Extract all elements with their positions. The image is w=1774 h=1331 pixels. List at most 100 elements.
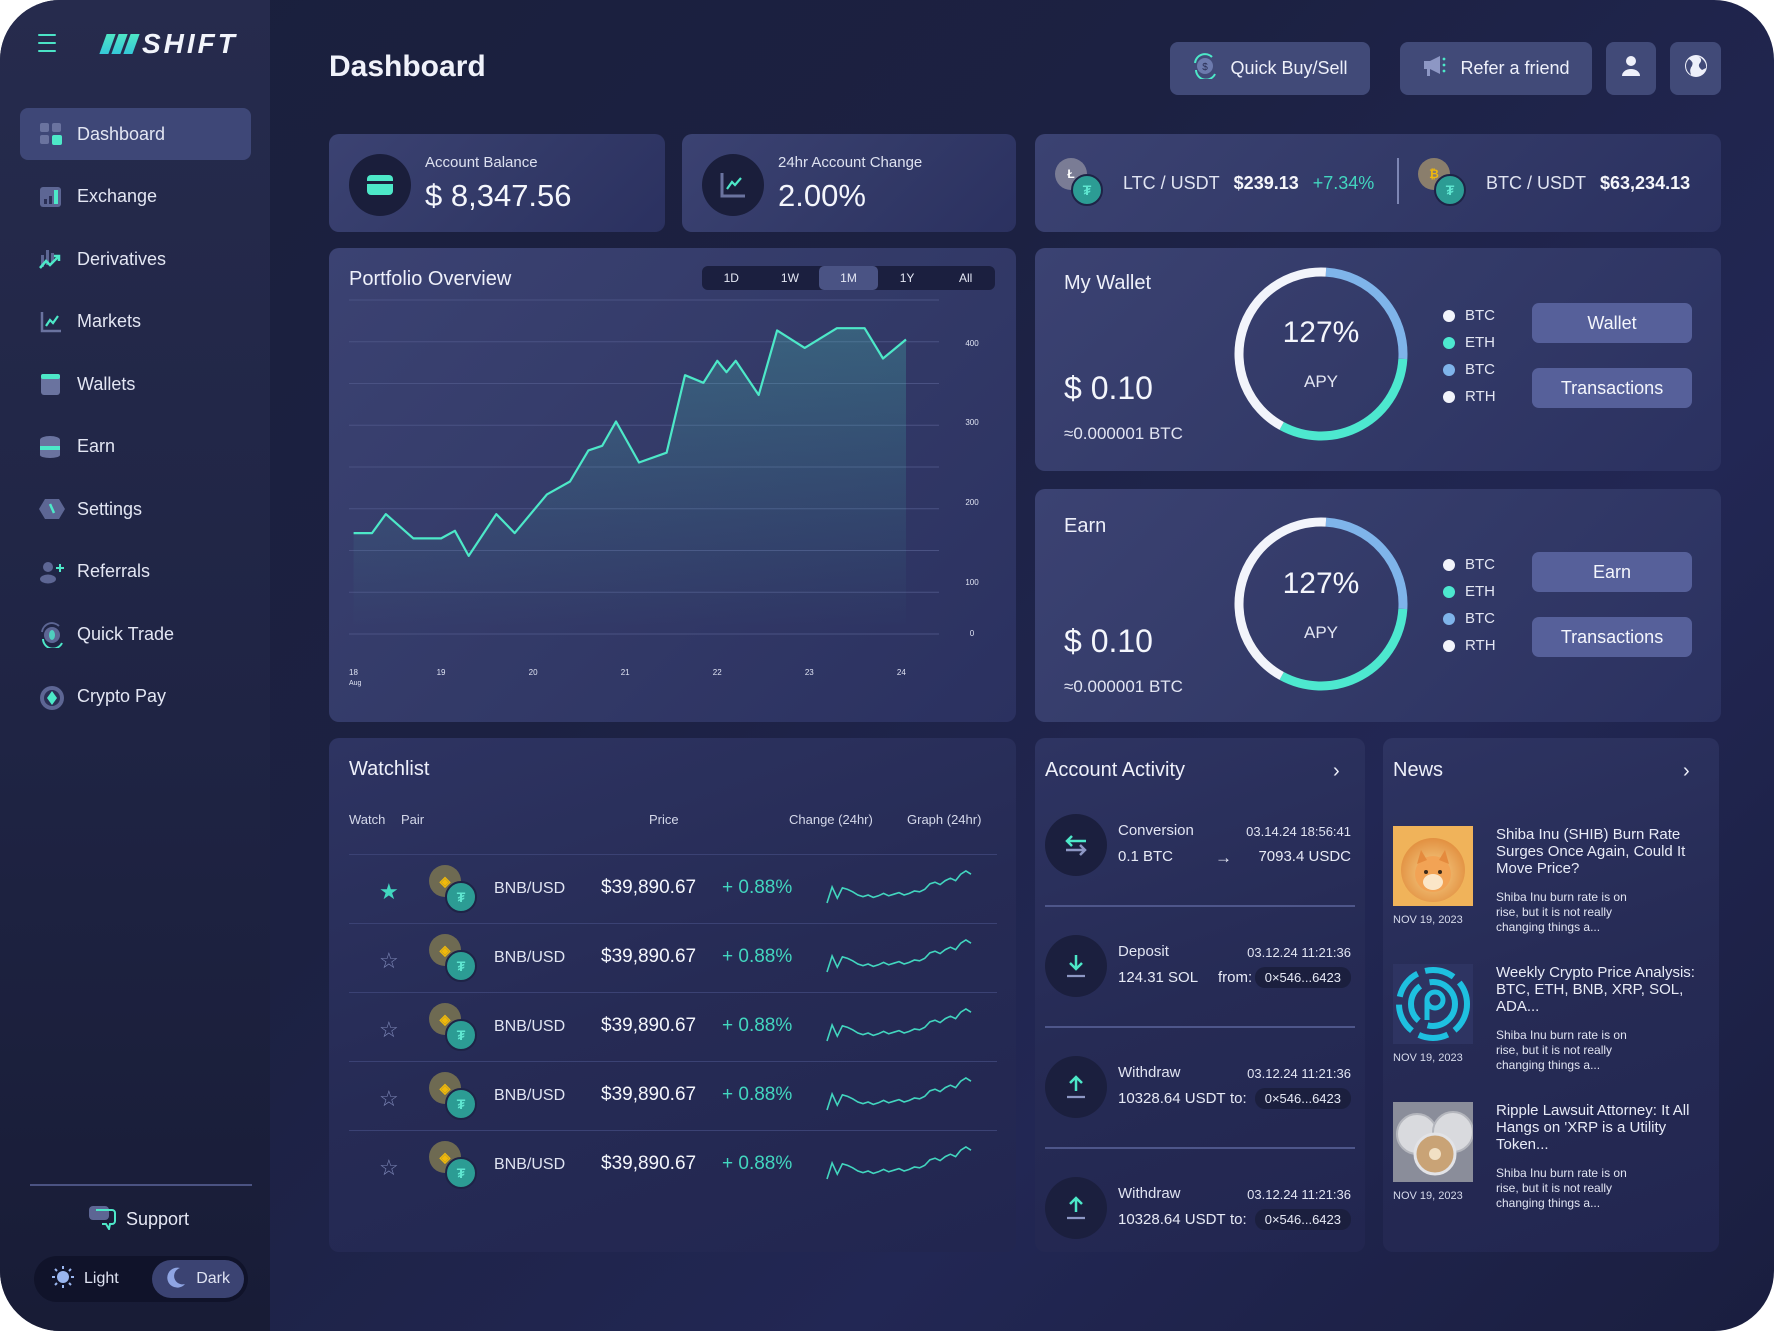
watchlist-row[interactable]: ☆ ◈ ₮ BNB/USD $39,890.67 + 0.88% [349,923,997,992]
sidebar-item-markets[interactable]: Markets [20,296,251,348]
legend-label: RTH [1465,637,1496,654]
activity-type: Withdraw [1118,1064,1181,1081]
language-button[interactable] [1670,42,1721,95]
watchlist-row[interactable]: ★ ◈ ₮ BNB/USD $39,890.67 + 0.88% [349,854,997,923]
quick-buy-sell-button[interactable]: $ Quick Buy/Sell [1170,42,1370,95]
star-outline-icon[interactable]: ☆ [379,948,399,974]
star-outline-icon[interactable]: ☆ [379,1086,399,1112]
activity-item[interactable]: Conversion 03.14.24 18:56:41 0.1 BTC → 7… [1045,814,1355,935]
watchlist-row[interactable]: ☆ ◈ ₮ BNB/USD $39,890.67 + 0.88% [349,1130,997,1199]
sidebar-item-dashboard[interactable]: Dashboard [20,108,251,160]
usdt-coin-icon: ₮ [445,1157,477,1189]
sidebar-nav: Dashboard Exchange Derivatives Markets W… [20,108,251,733]
wallet-transactions-button[interactable]: Transactions [1532,368,1692,408]
theme-light-option[interactable]: Light [38,1260,133,1298]
megaphone-icon [1422,54,1448,83]
theme-dark-option[interactable]: Dark [152,1260,244,1298]
sparkline [826,1008,972,1042]
y-tick-label: 100 [965,578,979,587]
watchlist-row[interactable]: ☆ ◈ ₮ BNB/USD $39,890.67 + 0.88% [349,992,997,1061]
coin-pair-icon: ◈ ₮ [429,1141,483,1191]
ticker-divider [1397,158,1399,204]
crypto-logo-image[interactable] [1393,964,1473,1044]
address-pill[interactable]: 0×546...6423 [1254,1088,1351,1109]
pair-change: + 0.88% [722,946,793,967]
news-summary: Shiba Inu burn rate is on rise, but it i… [1496,1028,1627,1072]
sidebar-item-earn[interactable]: Earn [20,421,251,473]
wallet-apy-label: APY [1303,372,1339,391]
shiba-inu-image[interactable] [1393,826,1473,906]
address-pill[interactable]: 0×546...6423 [1254,967,1351,988]
sparkline-line [826,1077,972,1111]
refer-friend-button[interactable]: Refer a friend [1400,42,1592,95]
sidebar-item-wallets[interactable]: Wallets [20,358,251,410]
chevron-right-icon[interactable]: › [1333,760,1340,783]
star-filled-icon[interactable]: ★ [379,879,399,905]
wallet-legend: BTC ETH BTC RTH [1443,302,1496,410]
arrow-right-icon: → [1215,848,1232,867]
sidebar-item-referrals[interactable]: Referrals [20,546,251,598]
column-header-change: Change (24hr) [789,812,873,827]
ripple-coins-image[interactable] [1393,1102,1474,1182]
profile-button[interactable] [1606,42,1656,95]
news-headline[interactable]: Weekly Crypto Price Analysis: BTC, ETH, … [1496,964,1696,1015]
news-headline[interactable]: Shiba Inu (SHIB) Burn Rate Surges Once A… [1496,826,1696,877]
star-outline-icon[interactable]: ☆ [379,1155,399,1181]
earn-amount: $ 0.10 [1064,623,1153,659]
pair-change: + 0.88% [722,1084,793,1105]
sidebar-divider [30,1184,252,1186]
x-tick-label: 22 [713,668,722,677]
logo[interactable]: SHIFT [99,28,238,60]
theme-light-label: Light [84,1270,119,1287]
settings-icon [39,497,65,521]
news-summary: Shiba Inu burn rate is on rise, but it i… [1496,1166,1627,1210]
sidebar-item-label: Wallets [77,373,136,394]
news-card: News › NOV 19, 2023 Shiba Inu (SHIB) Bur… [1383,738,1719,1252]
news-item[interactable]: NOV 19, 2023 Ripple Lawsuit Attorney: It… [1393,1102,1713,1232]
news-item[interactable]: NOV 19, 2023 Weekly Crypto Price Analysi… [1393,964,1713,1094]
sidebar-item-exchange[interactable]: Exchange [20,171,251,223]
sidebar-item-quick-trade[interactable]: Quick Trade [20,608,251,660]
activity-item[interactable]: Withdraw 03.12.24 11:21:36 10328.64 USDT… [1045,1056,1355,1177]
wallets-icon [39,372,63,396]
wallet-btc-amount: ≈0.000001 BTC [1064,424,1183,443]
pair-price: $39,890.67 [601,1153,697,1174]
wallet-button[interactable]: Wallet [1532,303,1692,343]
activity-item[interactable]: Deposit 03.12.24 11:21:36 124.31 SOL fro… [1045,935,1355,1056]
news-item[interactable]: NOV 19, 2023 Shiba Inu (SHIB) Burn Rate … [1393,826,1713,956]
watchlist-card: Watchlist Watch Pair Price Change (24hr)… [329,738,1016,1252]
ticker-btc-usdt[interactable]: ₿ ₮ BTC / USDT $63,234.13 [1418,158,1690,208]
address-pill[interactable]: 0×546...6423 [1254,1209,1351,1230]
legend-item: RTH [1443,632,1496,659]
earn-legend: BTC ETH BTC RTH [1443,551,1496,659]
activity-time: 03.12.24 11:21:36 [1247,945,1351,960]
sidebar-item-derivatives[interactable]: Derivatives [20,233,251,285]
sidebar-item-label: Exchange [77,186,158,206]
earn-transactions-button[interactable]: Transactions [1532,617,1692,657]
earn-button[interactable]: Earn [1532,552,1692,592]
watchlist-row[interactable]: ☆ ◈ ₮ BNB/USD $39,890.67 + 0.88% [349,1061,997,1130]
page-title: Dashboard [329,50,486,83]
activity-direction-label: from: [1218,969,1253,986]
sidebar-item-crypto-pay[interactable]: Crypto Pay [20,671,251,723]
activity-item[interactable]: Withdraw 03.12.24 11:21:36 10328.64 USDT… [1045,1177,1355,1298]
earn-card: Earn $ 0.10 ≈0.000001 BTC 127% APY BTC E… [1035,489,1721,722]
deposit-icon [1045,935,1107,997]
news-date: NOV 19, 2023 [1393,1190,1463,1202]
menu-icon[interactable] [38,34,56,52]
news-headline[interactable]: Ripple Lawsuit Attorney: It All Hangs on… [1496,1102,1696,1153]
wallet-title: My Wallet [1064,272,1152,294]
earn-icon [39,435,63,459]
chevron-right-icon[interactable]: › [1683,760,1690,783]
sparkline [826,1077,972,1111]
sparkline-line [826,1146,972,1180]
star-outline-icon[interactable]: ☆ [379,1017,399,1043]
referrals-icon [39,560,64,584]
pair-name: BNB/USD [494,949,566,966]
sidebar: SHIFT Dashboard Exchange Derivatives Mar… [0,0,270,1331]
support-link[interactable]: Support [88,1204,189,1235]
sidebar-item-settings[interactable]: Settings [20,483,251,535]
ticker-ltc-usdt[interactable]: Ł ₮ LTC / USDT $239.13 +7.34% [1055,158,1374,208]
activity-time: 03.12.24 11:21:36 [1247,1066,1351,1081]
news-date: NOV 19, 2023 [1393,1052,1463,1064]
